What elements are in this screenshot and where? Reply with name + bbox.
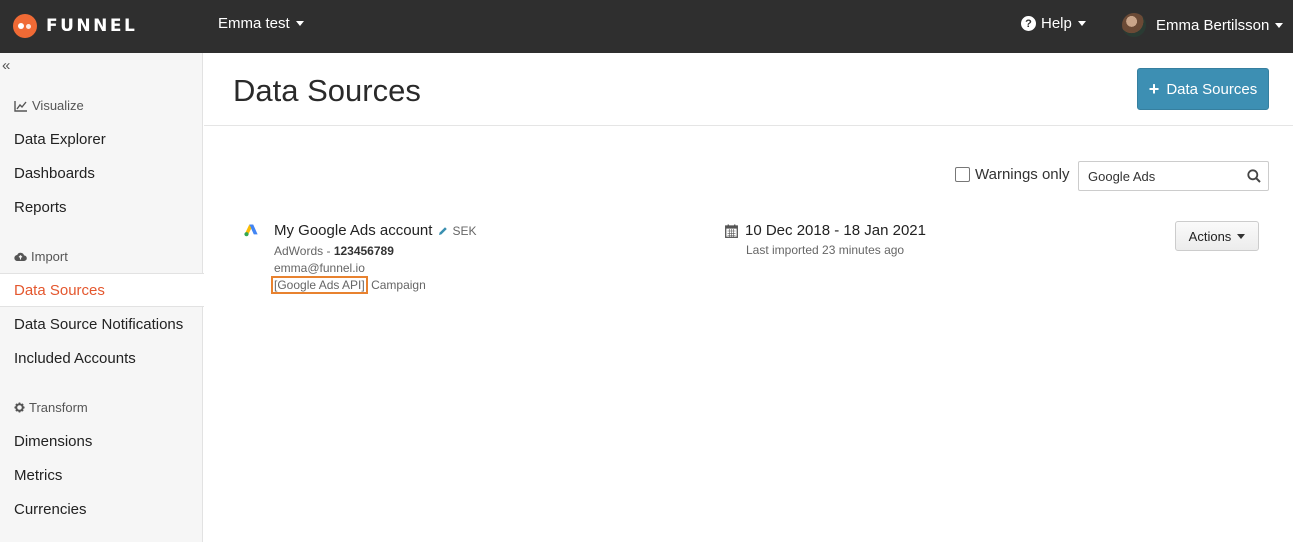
add-button-label: Data Sources <box>1166 80 1258 98</box>
api-tag: [Google Ads API] <box>271 276 368 294</box>
caret-down-icon <box>1077 21 1086 26</box>
calendar-icon <box>725 224 738 238</box>
date-range: 10 Dec 2018 - 18 Jan 2021 <box>725 222 926 239</box>
caret-down-icon <box>1237 233 1246 239</box>
pencil-edit-icon[interactable] <box>438 226 448 236</box>
warnings-only-filter[interactable]: Warnings only <box>955 166 1069 183</box>
section-title-label: Visualize <box>32 98 84 113</box>
workspace-selector[interactable]: Emma test <box>218 15 304 32</box>
section-title-import: Import <box>14 249 68 264</box>
collapse-sidebar-icon[interactable]: « <box>2 57 10 75</box>
account-info: AdWords - 123456789 <box>274 244 394 258</box>
sidebar: « Visualize Data Explorer Dashboards Rep… <box>0 53 204 542</box>
funnel-logo-icon <box>13 14 37 38</box>
sidebar-item-dashboards[interactable]: Dashboards <box>0 156 203 190</box>
caret-down-icon <box>1275 22 1284 28</box>
account-email: emma@funnel.io <box>274 261 365 275</box>
date-range-text: 10 Dec 2018 - 18 Jan 2021 <box>745 222 926 239</box>
account-id: 123456789 <box>333 244 394 258</box>
user-name: Emma Bertilsson <box>1156 16 1270 34</box>
plus-icon: + <box>1148 79 1160 99</box>
sidebar-item-currencies[interactable]: Currencies <box>0 492 203 526</box>
last-imported: Last imported 23 minutes ago <box>746 243 905 257</box>
sidebar-item-data-source-notifications[interactable]: Data Source Notifications <box>0 307 203 341</box>
warnings-only-checkbox[interactable] <box>955 167 970 182</box>
logo-text: FUNNEL <box>46 16 138 36</box>
page-title: Data Sources <box>233 73 421 108</box>
line-chart-icon <box>14 100 27 112</box>
gear-icon <box>14 402 25 413</box>
page-header: Data Sources + Data Sources <box>204 53 1293 126</box>
workspace-name: Emma test <box>218 15 290 32</box>
section-title-transform: Transform <box>14 400 88 415</box>
sidebar-item-data-sources[interactable]: Data Sources <box>0 273 204 307</box>
warnings-only-label: Warnings only <box>975 166 1070 183</box>
help-menu[interactable]: ? Help <box>1021 15 1086 32</box>
cloud-upload-icon <box>14 252 27 262</box>
question-circle-icon: ? <box>1021 16 1036 31</box>
google-ads-logo-icon <box>244 224 258 237</box>
search-box <box>1078 161 1269 191</box>
sidebar-item-dimensions[interactable]: Dimensions <box>0 424 203 458</box>
funnel-logo[interactable]: FUNNEL <box>13 13 137 39</box>
sidebar-item-included-accounts[interactable]: Included Accounts <box>0 341 203 375</box>
sidebar-item-data-explorer[interactable]: Data Explorer <box>0 122 203 156</box>
add-data-source-button[interactable]: + Data Sources <box>1137 68 1269 110</box>
section-title-label: Import <box>31 249 68 264</box>
main-content: Data Sources + Data Sources Warnings onl… <box>204 53 1293 542</box>
section-title-label: Transform <box>29 400 88 415</box>
sidebar-item-reports[interactable]: Reports <box>0 190 203 224</box>
section-title-visualize: Visualize <box>14 98 84 113</box>
report-info: [Google Ads API] Campaign <box>271 276 426 294</box>
avatar <box>1122 13 1146 37</box>
top-navigation-bar: FUNNEL Emma test ? Help Emma Bertilsson <box>0 0 1293 53</box>
data-source-title[interactable]: My Google Ads account <box>274 222 432 239</box>
help-label: Help <box>1041 15 1072 32</box>
report-type: Campaign <box>371 278 426 292</box>
user-menu[interactable]: Emma Bertilsson <box>1122 13 1284 37</box>
currency-label: SEK <box>452 223 477 238</box>
data-source-name: My Google Ads account SEK <box>274 222 476 239</box>
actions-dropdown-button[interactable]: Actions <box>1175 221 1259 251</box>
search-icon[interactable] <box>1247 169 1261 183</box>
caret-down-icon <box>295 21 304 26</box>
platform-name: AdWords <box>274 244 324 258</box>
search-input[interactable] <box>1079 162 1239 190</box>
sidebar-item-metrics[interactable]: Metrics <box>0 458 203 492</box>
actions-label: Actions <box>1188 228 1232 244</box>
